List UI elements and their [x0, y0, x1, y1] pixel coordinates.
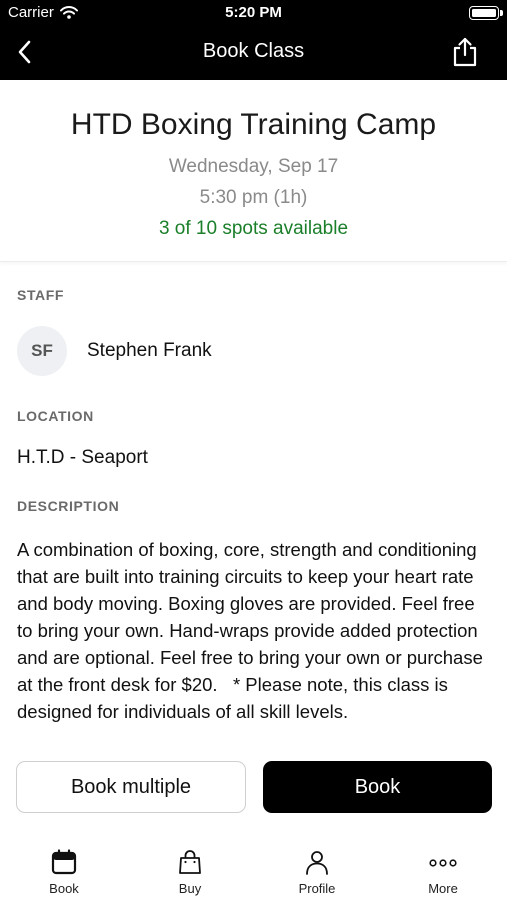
description-container[interactable]: A combination of boxing, core, strength …	[17, 536, 491, 734]
status-bar: Carrier 5:20 PM	[0, 0, 507, 26]
staff-row[interactable]: SF Stephen Frank	[17, 326, 212, 376]
location-section-label: LOCATION	[17, 408, 94, 424]
battery-icon	[469, 6, 503, 20]
tab-more[interactable]: More	[403, 849, 483, 896]
scroll-fade	[0, 722, 507, 744]
book-multiple-button[interactable]: Book multiple	[16, 761, 246, 813]
tab-label-profile: Profile	[298, 881, 336, 896]
class-date: Wednesday, Sep 17	[168, 156, 339, 177]
tab-bar: Book Buy Profile More	[0, 835, 507, 900]
tab-book[interactable]: Book	[24, 849, 104, 896]
more-dots-icon	[429, 859, 457, 867]
class-title: HTD Boxing Training Camp	[70, 108, 437, 141]
avatar: SF	[17, 326, 67, 376]
staff-section-label: STAFF	[17, 287, 65, 303]
tab-label-book: Book	[49, 881, 79, 896]
tab-profile[interactable]: Profile	[277, 849, 357, 896]
book-button[interactable]: Book	[263, 761, 492, 813]
calendar-icon	[51, 849, 77, 875]
description-section-label: DESCRIPTION	[17, 498, 120, 514]
status-time: 5:20 PM	[225, 4, 282, 21]
class-time: 5:30 pm (1h)	[199, 187, 308, 208]
spots-available: 3 of 10 spots available	[158, 218, 349, 239]
staff-name: Stephen Frank	[87, 340, 212, 361]
description-text: A combination of boxing, core, strength …	[17, 539, 489, 722]
share-icon[interactable]	[451, 36, 479, 68]
tab-label-more: More	[428, 881, 458, 896]
location-value: H.T.D - Seaport	[17, 447, 148, 468]
person-icon	[306, 851, 328, 875]
tab-label-buy: Buy	[178, 881, 202, 896]
tab-buy[interactable]: Buy	[150, 849, 230, 896]
shopping-bag-icon	[179, 850, 201, 874]
navigation-bar: Book Class	[0, 26, 507, 80]
page-title: Book Class	[202, 40, 305, 62]
class-header: HTD Boxing Training Camp Wednesday, Sep …	[0, 80, 507, 262]
